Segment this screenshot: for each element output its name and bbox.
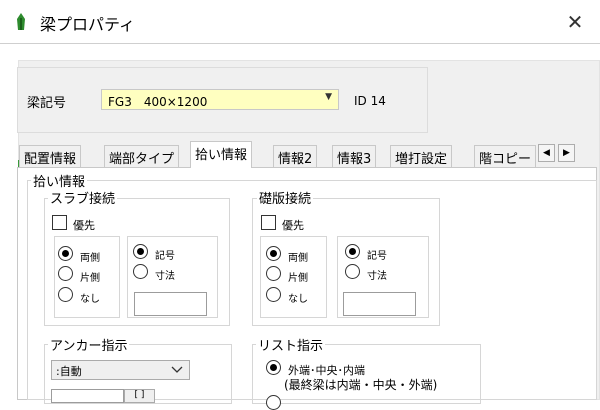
tab-info2[interactable]: 情報2 [273, 145, 318, 167]
tab-pick-info[interactable]: 拾い情報 [190, 141, 253, 168]
close-icon[interactable]: ✕ [560, 8, 590, 36]
bed-side-both-radio[interactable] [266, 246, 281, 261]
chevron-down-icon[interactable] [171, 362, 183, 379]
chevron-down-icon[interactable]: ▼ [325, 92, 332, 102]
tab-scroll-left-icon[interactable]: ◀ [538, 144, 555, 162]
tab-placement[interactable]: 配置情報 [19, 145, 82, 167]
list-label: リスト指示 [256, 335, 326, 354]
slab-mode-symbol-label: 記号 [155, 251, 175, 262]
beam-select[interactable]: FG3 400×1200 ▼ [101, 89, 339, 110]
slab-label: スラブ接続 [48, 188, 118, 207]
beam-label: 梁記号 [27, 96, 67, 111]
slab-mode-size-radio[interactable] [133, 264, 148, 279]
slab-side-both-label: 両側 [80, 253, 100, 264]
slab-side-none-label: なし [80, 294, 100, 305]
anchor-button[interactable]: [ ] [124, 389, 155, 403]
bed-priority-checkbox[interactable] [261, 215, 276, 230]
bed-side-one-label: 片側 [288, 273, 308, 284]
slab-priority-label: 優先 [73, 219, 95, 232]
window-title: 梁プロパティ [40, 15, 136, 34]
anchor-select[interactable]: :自動 [51, 360, 190, 380]
bed-priority-label: 優先 [282, 219, 304, 232]
tab-extra-pour[interactable]: 増打設定 [390, 145, 453, 167]
slab-side-one-label: 片側 [80, 273, 100, 284]
bed-side-both-label: 両側 [288, 253, 308, 264]
bed-mode-symbol-label: 記号 [367, 251, 387, 262]
bed-mode-size-radio[interactable] [345, 264, 360, 279]
bed-side-none-label: なし [288, 294, 308, 305]
tab-end-type[interactable]: 端部タイプ [104, 145, 180, 167]
bed-mode-size-label: 寸法 [367, 271, 387, 282]
beam-id: ID 14 [354, 94, 386, 108]
anchor-label: アンカー指示 [48, 335, 130, 354]
bed-mode-symbol-radio[interactable] [345, 244, 360, 259]
slab-priority-checkbox[interactable] [52, 215, 67, 230]
list-option1-radio[interactable] [266, 360, 281, 375]
tab-info3[interactable]: 情報3 [332, 145, 377, 167]
slab-size-input[interactable] [134, 292, 207, 316]
slab-side-both-radio[interactable] [58, 246, 73, 261]
anchor-input[interactable] [51, 389, 124, 403]
app-icon [16, 13, 26, 31]
slab-mode-symbol-radio[interactable] [133, 244, 148, 259]
bed-side-none-radio[interactable] [266, 287, 281, 302]
beam-select-value: FG3 400×1200 [108, 95, 208, 109]
list-option1-note: (最終梁は内端・中央・外端) [284, 378, 438, 392]
tab-floor-copy[interactable]: 階コピー [474, 145, 536, 167]
bed-label: 礎版接続 [257, 188, 314, 207]
tab-scroll-right-icon[interactable]: ▶ [558, 144, 575, 162]
slab-side-none-radio[interactable] [58, 287, 73, 302]
slab-side-one-radio[interactable] [58, 266, 73, 281]
bed-size-input[interactable] [343, 292, 416, 316]
slab-mode-size-label: 寸法 [155, 271, 175, 282]
anchor-select-value: :自動 [56, 365, 82, 378]
bed-side-one-radio[interactable] [266, 266, 281, 281]
list-option2-radio[interactable] [266, 395, 281, 410]
